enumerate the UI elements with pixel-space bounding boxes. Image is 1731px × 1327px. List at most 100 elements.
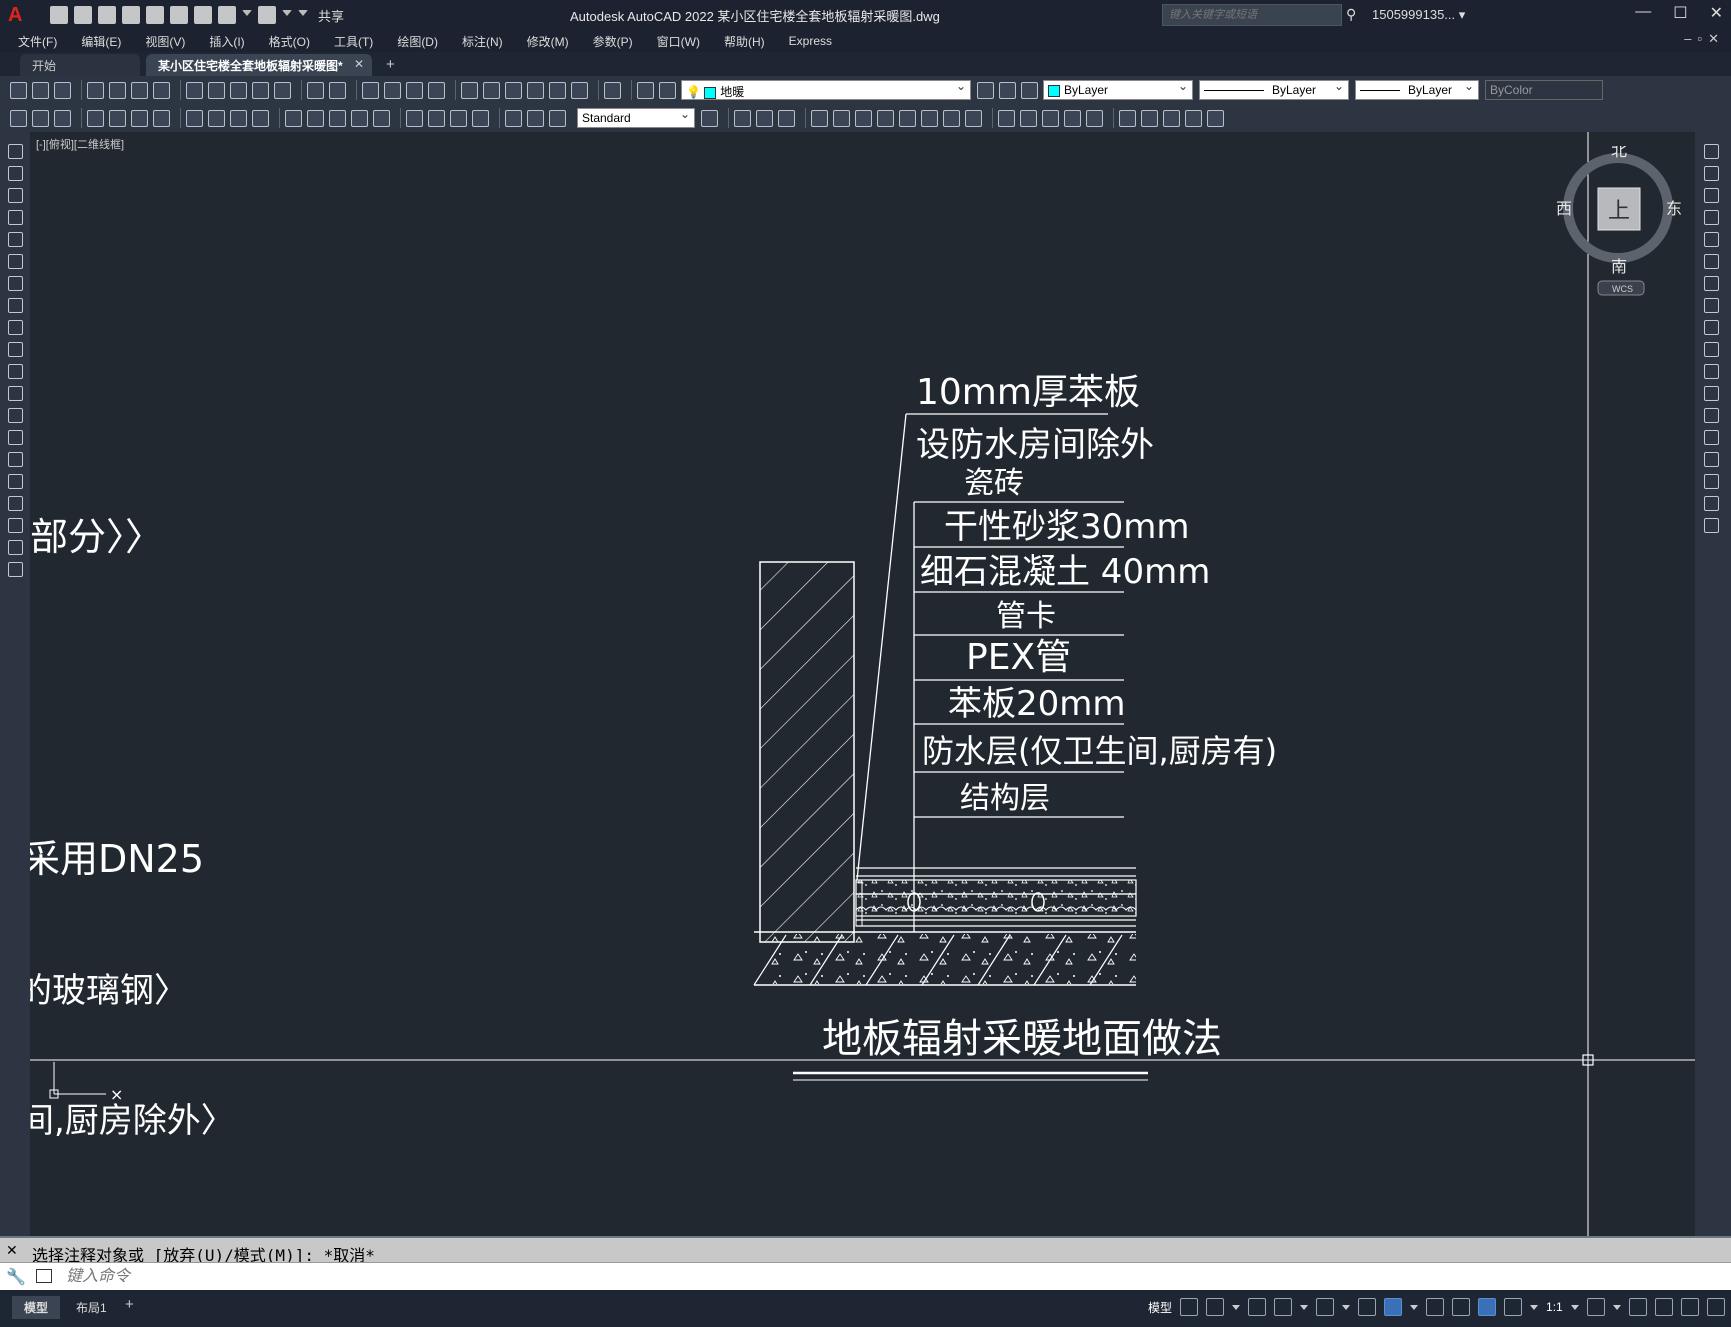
- copy-object-icon[interactable]: [1704, 166, 1719, 181]
- sphere-icon[interactable]: [756, 109, 773, 127]
- menu-modify[interactable]: 修改(M): [527, 33, 569, 50]
- explode-icon[interactable]: [1704, 518, 1719, 533]
- arc-icon[interactable]: [8, 254, 23, 269]
- compass-north[interactable]: 北: [1611, 146, 1627, 160]
- snap-icon[interactable]: [1206, 1298, 1225, 1316]
- layer-walk-icon[interactable]: [54, 109, 71, 127]
- slice-icon[interactable]: [998, 109, 1015, 127]
- object-snap-icon[interactable]: [1384, 1298, 1403, 1316]
- customize-wrench-icon[interactable]: 🔧: [6, 1267, 26, 1287]
- redo-dropdown-icon[interactable]: [282, 10, 292, 20]
- redo-icon[interactable]: [258, 6, 276, 24]
- qnew-icon[interactable]: [10, 81, 27, 99]
- paste-icon[interactable]: [230, 81, 247, 99]
- plot-icon[interactable]: [194, 6, 212, 24]
- tab-active-drawing[interactable]: 某小区住宅楼全套地板辐射采暖图* ✕: [146, 54, 372, 76]
- pan-icon[interactable]: [362, 81, 379, 99]
- break-icon[interactable]: [1704, 408, 1719, 423]
- multiline-text-icon[interactable]: [8, 540, 23, 555]
- command-prompt-icon[interactable]: [36, 1269, 52, 1283]
- undo-toolbar-icon[interactable]: [307, 81, 324, 99]
- layer-previous-icon[interactable]: [999, 81, 1016, 99]
- array-icon[interactable]: [1704, 232, 1719, 247]
- workspace-gear-icon[interactable]: [1586, 1298, 1605, 1316]
- join-icon[interactable]: [1704, 430, 1719, 445]
- menu-file[interactable]: 文件(F): [18, 33, 57, 50]
- polar-icon[interactable]: [1274, 1298, 1293, 1316]
- menu-window[interactable]: 窗口(W): [657, 33, 700, 50]
- save-to-web-icon[interactable]: [170, 6, 188, 24]
- menu-dimension[interactable]: 标注(N): [462, 33, 503, 50]
- help-icon[interactable]: [604, 81, 621, 99]
- 3d-move-icon[interactable]: [1119, 109, 1136, 127]
- undo-icon[interactable]: [218, 6, 236, 24]
- section-icon[interactable]: [1042, 109, 1059, 127]
- help-search-input[interactable]: [1162, 4, 1342, 26]
- copy-icon[interactable]: [208, 81, 225, 99]
- revolve-icon[interactable]: [877, 109, 894, 127]
- rectangle-icon[interactable]: [8, 232, 23, 247]
- model-space-toggle[interactable]: 模型: [1148, 1299, 1172, 1316]
- sheet-set-icon[interactable]: [527, 81, 544, 99]
- spline-icon[interactable]: [8, 320, 23, 335]
- annotation-scale[interactable]: 1:1: [1546, 1300, 1563, 1314]
- menu-parametric[interactable]: 参数(P): [593, 33, 633, 50]
- region-icon[interactable]: [8, 496, 23, 511]
- tool-palettes-icon[interactable]: [505, 81, 522, 99]
- maximize-icon[interactable]: ☐: [1673, 3, 1687, 23]
- point-icon[interactable]: [8, 430, 23, 445]
- ellipse-icon[interactable]: [8, 342, 23, 357]
- isodraft-icon[interactable]: [1316, 1298, 1335, 1316]
- plot-preview-icon[interactable]: [109, 81, 126, 99]
- close-command-line-icon[interactable]: ✕: [6, 1242, 18, 1259]
- fillet-icon[interactable]: [1704, 474, 1719, 489]
- union-icon[interactable]: [921, 109, 938, 127]
- snap-dropdown-icon[interactable]: [1232, 1304, 1241, 1310]
- menu-draw[interactable]: 绘图(D): [397, 33, 438, 50]
- publish-icon[interactable]: [131, 81, 148, 99]
- loft-icon[interactable]: [899, 109, 916, 127]
- make-block-icon[interactable]: [8, 408, 23, 423]
- extend-icon[interactable]: [1704, 364, 1719, 379]
- menu-express[interactable]: Express: [789, 34, 832, 48]
- menu-tools[interactable]: 工具(T): [334, 33, 373, 50]
- tab-start[interactable]: 开始: [20, 54, 140, 76]
- quick-properties-icon[interactable]: [1680, 1298, 1699, 1316]
- menu-help[interactable]: 帮助(H): [724, 33, 765, 50]
- design-center-icon[interactable]: [483, 81, 500, 99]
- cut-icon[interactable]: [186, 81, 203, 99]
- print-icon[interactable]: [87, 81, 104, 99]
- inspection-icon[interactable]: [450, 109, 467, 127]
- redo-toolbar-icon[interactable]: [329, 81, 346, 99]
- save-as-icon[interactable]: [122, 6, 140, 24]
- lineweight-display-icon[interactable]: [1426, 1298, 1445, 1316]
- ordinate-dimension-icon[interactable]: [153, 109, 170, 127]
- compass-west[interactable]: 西: [1557, 201, 1572, 218]
- thicken-icon[interactable]: [1086, 109, 1103, 127]
- ortho-icon[interactable]: [1248, 1298, 1267, 1316]
- hardware-acceleration-icon[interactable]: [1706, 1298, 1725, 1316]
- document-window-controls[interactable]: –▫✕: [1684, 31, 1725, 47]
- insert-block-icon[interactable]: [8, 386, 23, 401]
- compass-east[interactable]: 东: [1666, 200, 1682, 218]
- wcs-label[interactable]: WCS: [1612, 284, 1633, 294]
- quick-dimension-icon[interactable]: [285, 109, 302, 127]
- match-properties-icon[interactable]: [252, 81, 269, 99]
- gradient-icon[interactable]: [8, 474, 23, 489]
- extract-icon[interactable]: [32, 109, 49, 127]
- angular-dimension-icon[interactable]: [252, 109, 269, 127]
- properties-icon[interactable]: [461, 81, 478, 99]
- polygon-icon[interactable]: [8, 210, 23, 225]
- open-icon[interactable]: [32, 81, 49, 99]
- lineweight-dropdown[interactable]: ByLayer: [1355, 80, 1479, 100]
- tab-close-icon[interactable]: ✕: [354, 57, 364, 71]
- presspull-icon[interactable]: [833, 109, 850, 127]
- center-mark-icon[interactable]: [428, 109, 445, 127]
- trim-icon[interactable]: [1704, 342, 1719, 357]
- save-toolbar-icon[interactable]: [54, 81, 71, 99]
- mirror-icon[interactable]: [1704, 188, 1719, 203]
- subtract-icon[interactable]: [943, 109, 960, 127]
- annotation-scale-dropdown-icon[interactable]: [1530, 1304, 1539, 1310]
- annotation-visibility-icon[interactable]: [1478, 1298, 1497, 1316]
- erase-icon[interactable]: [1704, 144, 1719, 159]
